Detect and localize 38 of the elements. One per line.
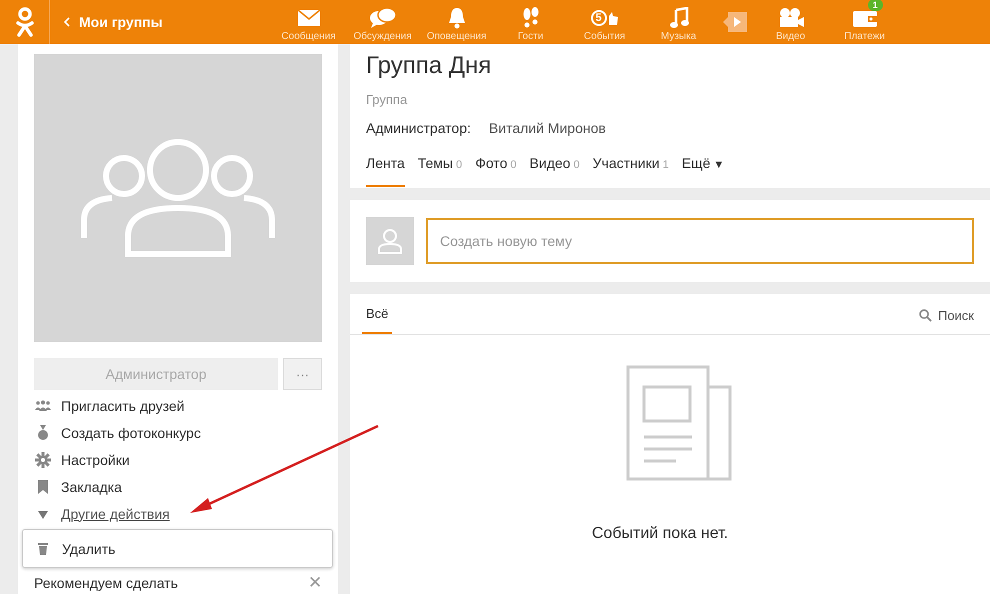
new-topic-field[interactable]: Создать новую тему bbox=[426, 218, 974, 264]
search-link[interactable]: Поиск bbox=[918, 308, 974, 334]
trash-icon bbox=[38, 542, 48, 555]
empty-state-text: Событий пока нет. bbox=[592, 525, 728, 543]
group-tab[interactable]: Лента bbox=[366, 155, 405, 187]
bell-icon bbox=[446, 7, 467, 29]
group-tab[interactable]: Участники 1 bbox=[592, 155, 669, 187]
person-icon bbox=[378, 228, 402, 254]
footprints-icon bbox=[520, 7, 541, 29]
sidebar-action[interactable]: Создать фотоконкурс bbox=[61, 424, 201, 440]
group-tab[interactable]: Темы 0 bbox=[418, 155, 462, 187]
wallet-icon bbox=[852, 8, 878, 28]
sidebar-action[interactable]: Настройки bbox=[61, 452, 130, 468]
newspaper-icon bbox=[626, 365, 734, 481]
admin-name-link[interactable]: Виталий Миронов bbox=[488, 120, 606, 136]
more-actions-link[interactable]: Другие действия bbox=[61, 506, 170, 522]
gear-icon bbox=[34, 452, 52, 468]
feed-filter-tab[interactable]: Всё bbox=[362, 306, 392, 334]
logo-icon[interactable] bbox=[15, 7, 35, 37]
chevron-left-icon bbox=[64, 17, 70, 27]
envelope-icon bbox=[296, 9, 321, 27]
people-icon bbox=[34, 400, 52, 412]
recommend-title: Рекомендуем сделать bbox=[34, 574, 178, 590]
group-tab[interactable]: Ещё ▼ bbox=[682, 155, 724, 187]
group-type: Группа bbox=[366, 92, 408, 107]
sidebar-action[interactable]: Пригласить друзей bbox=[61, 398, 185, 414]
play-icon[interactable] bbox=[722, 11, 747, 33]
people-icon bbox=[78, 138, 278, 258]
search-icon bbox=[918, 309, 932, 322]
delete-menu-item[interactable]: Удалить bbox=[62, 540, 116, 556]
group-tab[interactable]: Видео 0 bbox=[530, 155, 580, 187]
group-title: Группа Дня bbox=[366, 52, 492, 80]
chat-icon bbox=[368, 7, 397, 29]
group-tab[interactable]: Фото 0 bbox=[475, 155, 517, 187]
admin-label: Администратор: bbox=[366, 120, 471, 136]
notification-badge: 1 bbox=[868, 0, 883, 11]
music-note-icon bbox=[668, 7, 689, 29]
sidebar-action[interactable]: Закладка bbox=[61, 478, 122, 494]
